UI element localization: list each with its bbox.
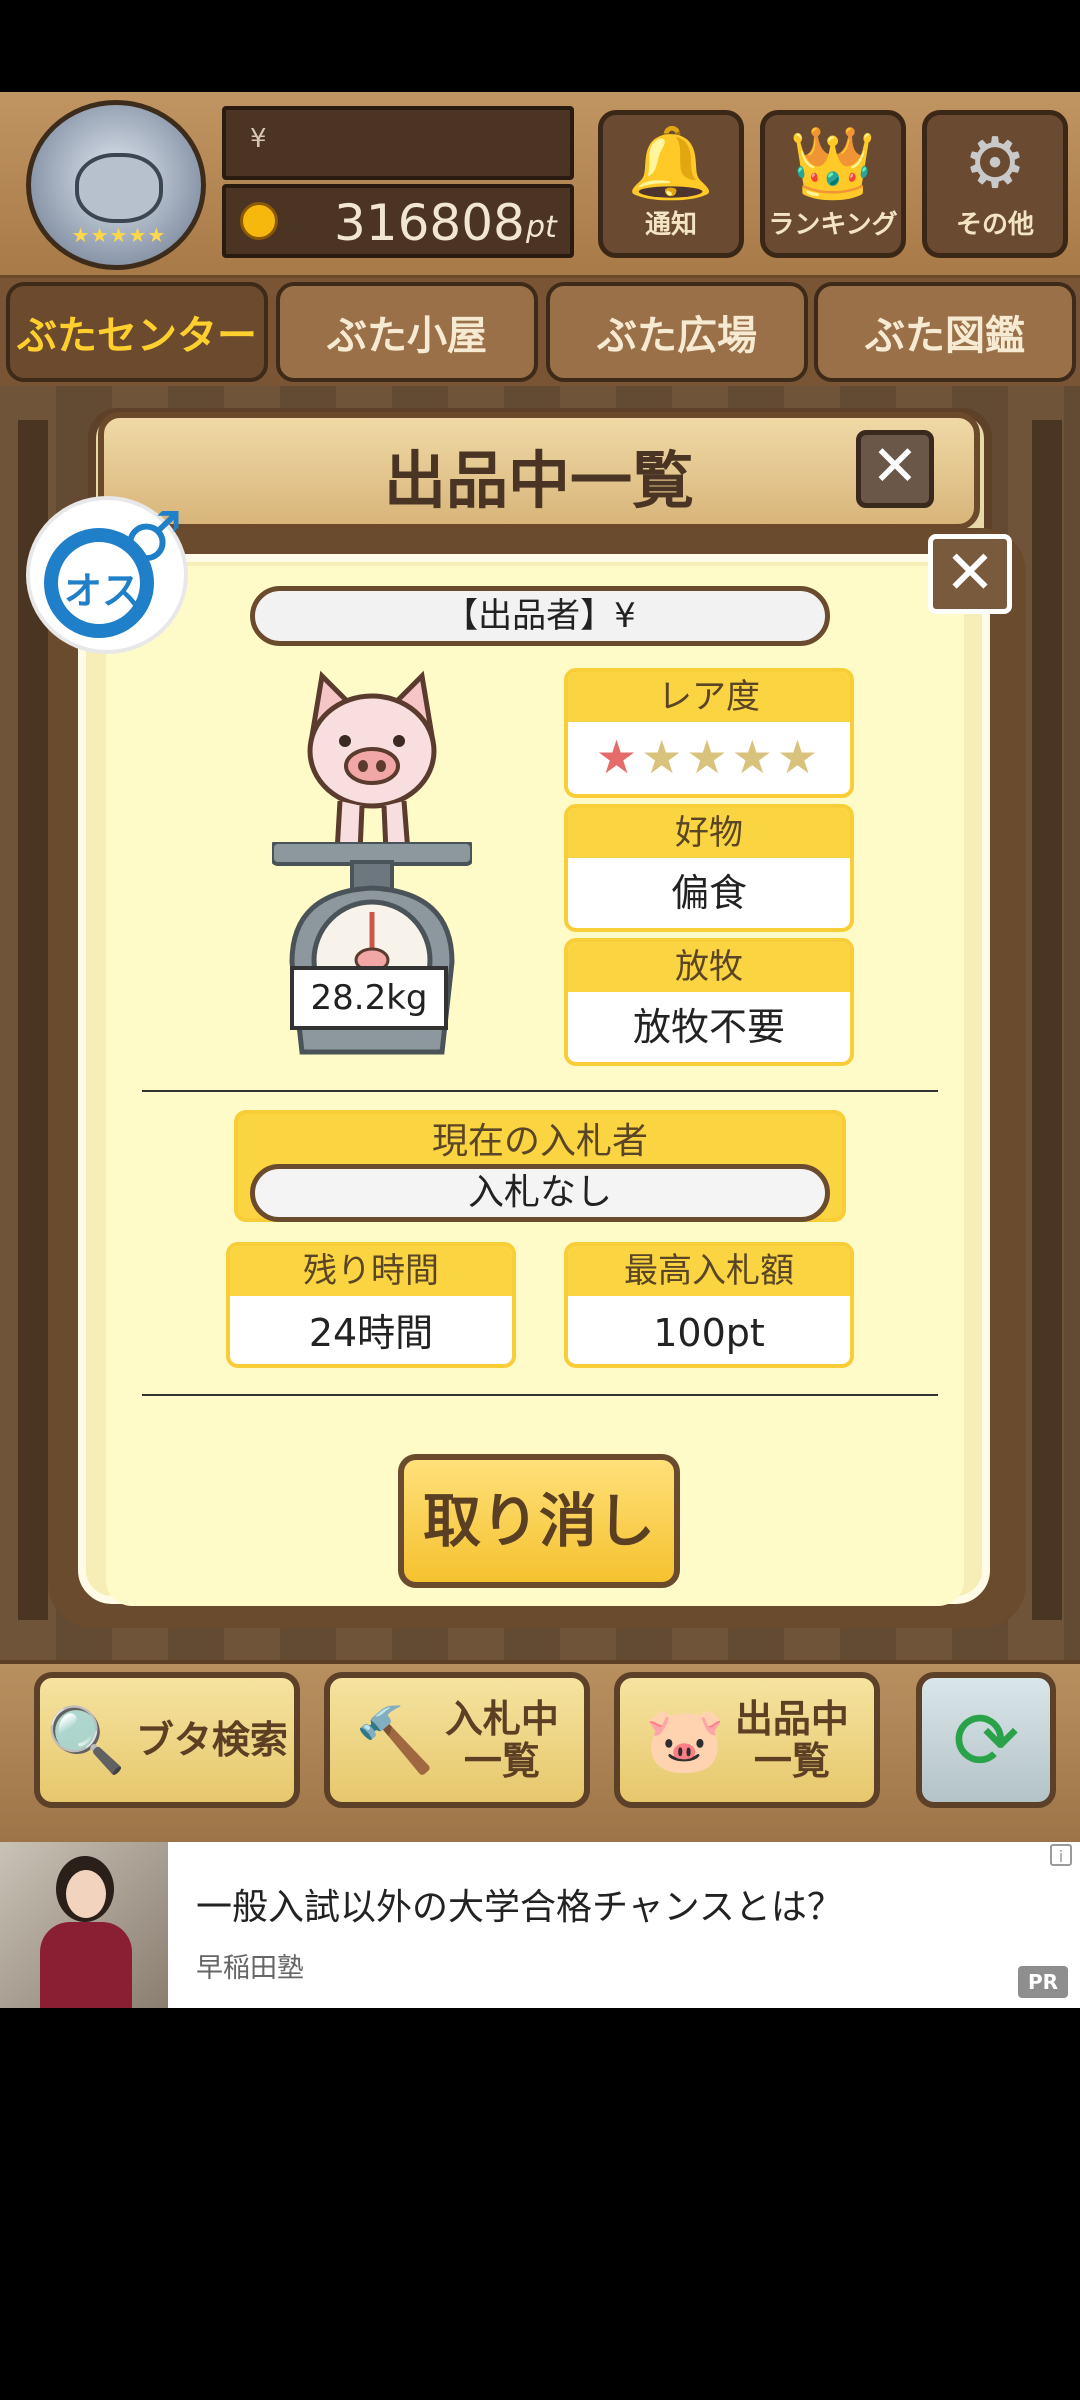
cancel-listing-button[interactable]: 取り消し [398, 1454, 680, 1588]
star-empty-icon: ★ [686, 730, 732, 784]
gender-badge: ♂ オス [30, 500, 184, 650]
other-button[interactable]: ⚙ その他 [922, 110, 1068, 258]
money-field: ¥ [222, 106, 574, 180]
current-bidder-box: 現在の入札者 入札なし [234, 1110, 846, 1222]
bidding-list-label: 入札中 一覧 [444, 1697, 559, 1783]
tab-buta-hut[interactable]: ぶた小屋 [276, 282, 538, 382]
bidding-list-button[interactable]: 🔨 入札中 一覧 [324, 1672, 590, 1808]
highest-bid-value: 100pt [653, 1311, 765, 1355]
gavel-icon: 🔨 [355, 1703, 435, 1778]
ranking-button[interactable]: 👑 ランキング [760, 110, 906, 258]
remaining-time-box: 残り時間 24時間 [226, 1242, 516, 1368]
current-bidder-value: 入札なし [250, 1164, 830, 1222]
points-unit: pt [526, 210, 557, 245]
pig-search-button[interactable]: 🔍 ブタ検索 [34, 1672, 300, 1808]
tab-buta-encyclopedia[interactable]: ぶた図鑑 [814, 282, 1076, 382]
crown-icon: 👑 [789, 122, 877, 204]
seller-name: 【出品者】¥ [250, 586, 830, 646]
points-field: 316808 pt [222, 184, 574, 258]
other-label: その他 [955, 210, 1034, 240]
ad-person-body [40, 1922, 132, 2008]
rarity-label: レア度 [568, 672, 850, 722]
favorite-food-box: 好物 偏食 [564, 804, 854, 932]
ad-title[interactable]: 一般入試以外の大学合格チャンスとは？ [196, 1878, 843, 1930]
yen-label: ¥ [250, 124, 267, 154]
weight-value: 28.2kg [290, 966, 448, 1030]
ad-person-face [66, 1870, 106, 1918]
star-empty-icon: ★ [731, 730, 777, 784]
rank-stars-icon: ★★★★★ [71, 223, 167, 247]
pig-emblem-icon [75, 153, 163, 223]
favorite-food-value: 偏食 [670, 871, 747, 915]
favorite-food-label: 好物 [568, 808, 850, 858]
listing-list-close-button[interactable]: ✕ [856, 430, 934, 508]
gender-label: オス [63, 569, 140, 613]
notification-button[interactable]: 🔔 通知 [598, 110, 744, 258]
star-filled-icon: ★ [595, 730, 642, 784]
ad-pr-badge: PR [1018, 1966, 1068, 1998]
pasture-label: 放牧 [568, 942, 850, 992]
rarity-stars: ★★★★★ [568, 722, 850, 792]
star-empty-icon: ★ [641, 730, 687, 784]
highest-bid-box: 最高入札額 100pt [564, 1242, 854, 1368]
tab-buta-plaza[interactable]: ぶた広場 [546, 282, 808, 382]
rarity-box: レア度 ★★★★★ [564, 668, 854, 798]
remaining-time-value: 24時間 [308, 1311, 434, 1355]
remaining-time-label: 残り時間 [230, 1246, 512, 1296]
current-bidder-label: 現在の入札者 [431, 1121, 648, 1162]
pig-detail-close-button[interactable]: ✕ [928, 534, 1012, 614]
bell-icon: 🔔 [627, 122, 715, 204]
highest-bid-label: 最高入札額 [568, 1246, 850, 1296]
notification-label: 通知 [644, 210, 697, 240]
refresh-icon: ⟳ [952, 1693, 1020, 1787]
ad-source: 早稲田塾 [196, 1953, 304, 1984]
coin-icon [240, 202, 278, 240]
pasture-value: 放牧不要 [632, 1005, 785, 1049]
divider [142, 1090, 938, 1092]
ranking-label: ランキング [768, 210, 898, 240]
pasture-box: 放牧 放牧不要 [564, 938, 854, 1066]
player-rank-badge[interactable]: ★★★★★ [26, 100, 206, 270]
tab-buta-center[interactable]: ぶたセンター [6, 282, 268, 382]
ad-info-icon[interactable]: i [1050, 1844, 1072, 1866]
refresh-button[interactable]: ⟳ [916, 1672, 1056, 1808]
magnifier-icon: 🔍 [46, 1703, 126, 1778]
divider [142, 1394, 938, 1396]
listing-list-button[interactable]: 🐷 出品中 一覧 [614, 1672, 880, 1808]
star-empty-icon: ★ [776, 730, 823, 784]
gear-icon: ⚙ [963, 122, 1027, 204]
pig-icon [307, 670, 437, 855]
pig-search-label: ブタ検索 [135, 1718, 288, 1762]
listing-list-label: 出品中 一覧 [734, 1697, 849, 1783]
listing-list-title: 出品中一覧 [383, 444, 694, 517]
points-value: 316808 [334, 194, 525, 252]
right-beam [1032, 420, 1062, 1620]
pig-face-icon: 🐷 [645, 1703, 725, 1778]
